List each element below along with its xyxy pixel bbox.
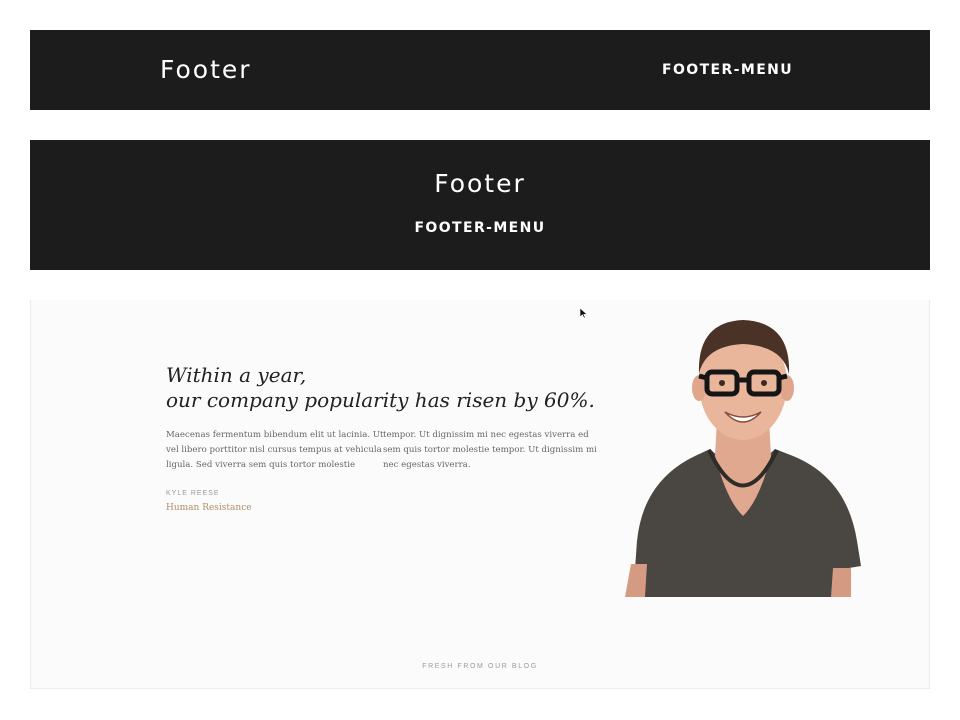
author-company-link[interactable]: Human Resistance [166, 503, 252, 513]
portrait-arm-right [831, 568, 851, 597]
quote-line: our company popularity has risen by 60%. [166, 388, 595, 412]
body-line: ligula. Sed viverra sem quis tortor mole… [166, 460, 356, 470]
body-line: tempor. Ut dignissim mi nec egestas vive… [383, 430, 589, 440]
footer-menu-link[interactable]: FOOTER-MENU [30, 220, 930, 236]
testimonial-section: Within a year, our company popularity ha… [30, 300, 930, 689]
testimonial-quote: Within a year, our company popularity ha… [166, 363, 606, 413]
quote-line: Within a year, [166, 363, 307, 387]
mouse-pointer-icon [580, 308, 588, 318]
body-line: vel libero porttitor nisl cursus tempus … [166, 445, 382, 455]
footer-variant-centered: Footer FOOTER-MENU [30, 140, 930, 270]
body-line: sem quis tortor molestie tempor. Ut dign… [383, 445, 597, 455]
footer-logo[interactable]: Footer [160, 55, 252, 84]
testimonial-body-left: Maecenas fermentum bibendum elit ut laci… [166, 428, 384, 473]
portrait-arm-left [625, 564, 647, 597]
blog-section-label: FRESH FROM OUR BLOG [422, 663, 538, 670]
footer-logo[interactable]: Footer [30, 169, 930, 198]
footer-variant-inline: Footer FOOTER-MENU [30, 30, 930, 110]
portrait-image [625, 320, 861, 597]
body-line: nec egestas viverra. [383, 460, 471, 470]
footer-menu-link[interactable]: FOOTER-MENU [662, 62, 793, 78]
testimonial-body-right: tempor. Ut dignissim mi nec egestas vive… [383, 428, 597, 473]
body-line: Maecenas fermentum bibendum elit ut laci… [166, 430, 384, 440]
author-name: KYLE REESE [166, 490, 220, 497]
